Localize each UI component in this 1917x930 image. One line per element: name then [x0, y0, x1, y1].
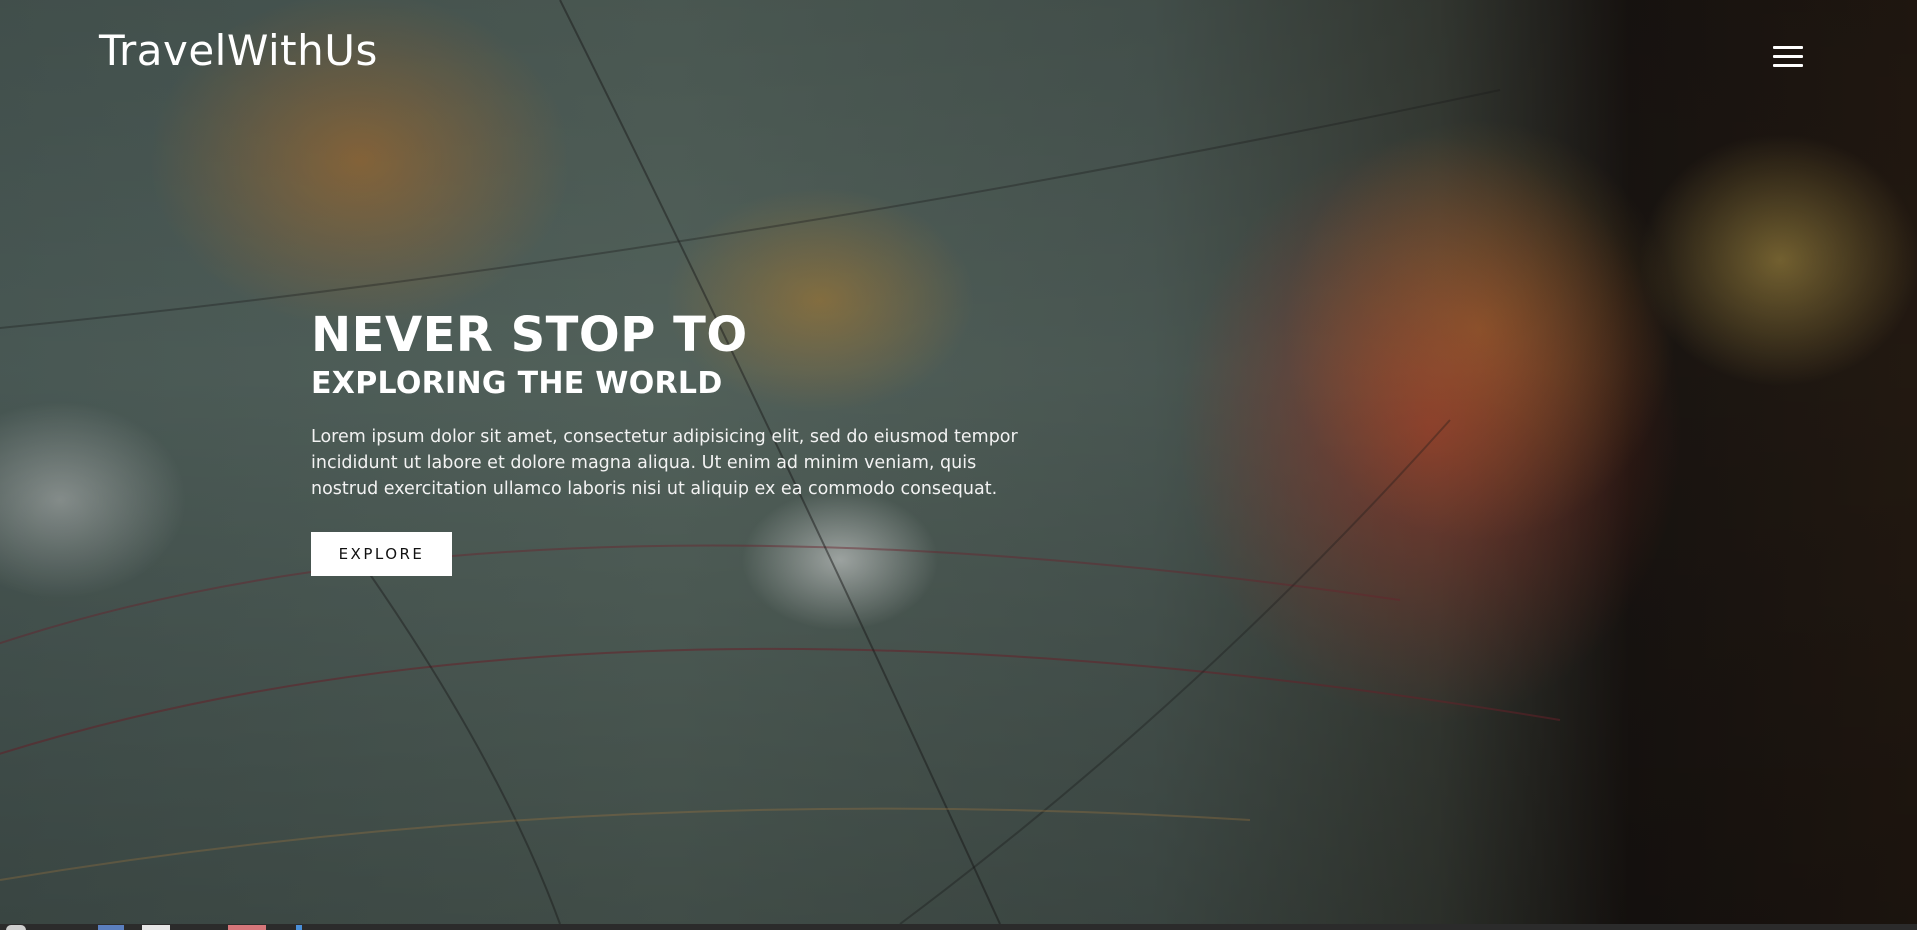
taskbar-app-icon[interactable]	[142, 925, 170, 930]
hero-section: TravelWithUs NEVER STOP TO EXPLORING THE…	[0, 0, 1917, 924]
taskbar-app-icon[interactable]	[296, 925, 302, 930]
hero-content: NEVER STOP TO EXPLORING THE WORLD Lorem …	[311, 306, 1031, 576]
start-icon[interactable]	[6, 925, 26, 930]
hamburger-menu-icon[interactable]	[1773, 46, 1805, 70]
hero-subtitle: EXPLORING THE WORLD	[311, 366, 723, 401]
os-taskbar	[0, 924, 1917, 930]
hero-description: Lorem ipsum dolor sit amet, consectetur …	[311, 427, 1018, 499]
explore-button[interactable]: EXPLORE	[311, 532, 452, 576]
taskbar-app-icon[interactable]	[98, 925, 124, 930]
hero-title: NEVER STOP TO	[311, 307, 748, 363]
brand-logo[interactable]: TravelWithUs	[99, 26, 378, 75]
taskbar-app-icon[interactable]	[228, 925, 266, 930]
